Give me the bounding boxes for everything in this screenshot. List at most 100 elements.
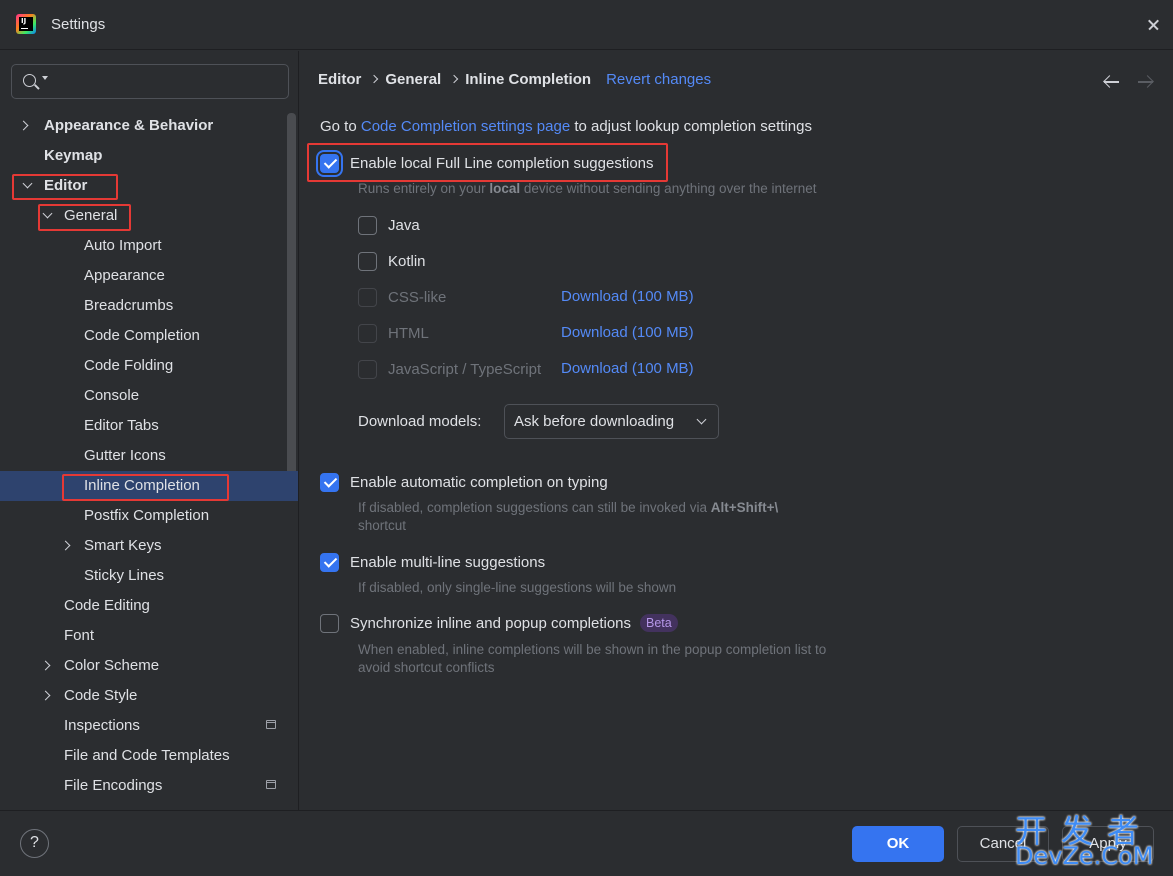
apply-button[interactable]: Apply — [1062, 826, 1154, 862]
auto-completion-hint: If disabled, completion suggestions can … — [358, 499, 778, 535]
settings-search-box[interactable] — [11, 64, 289, 99]
multi-line-label: Enable multi-line suggestions — [350, 553, 546, 571]
tree-item-code-editing[interactable]: Code Editing — [0, 591, 298, 621]
hint-bold: local — [489, 181, 521, 196]
tree-item-label: Editor — [44, 177, 88, 194]
sync-popup-checkbox[interactable] — [320, 613, 339, 633]
search-icon — [23, 74, 36, 87]
sync-popup-option[interactable]: Synchronize inline and popup completions… — [320, 612, 678, 634]
tree-item-file-code-templates[interactable]: File and Code Templates — [0, 741, 298, 771]
tree-item-editor[interactable]: Editor — [0, 171, 298, 201]
language-option-kotlin[interactable]: Kotlin — [358, 250, 426, 272]
css-checkbox — [358, 287, 377, 307]
auto-completion-option[interactable]: Enable automatic completion on typing — [320, 471, 608, 493]
tree-item-gutter-icons[interactable]: Gutter Icons — [0, 441, 298, 471]
chevron-down-icon[interactable] — [42, 208, 53, 219]
tree-item-code-completion[interactable]: Code Completion — [0, 321, 298, 351]
tree-item-auto-import[interactable]: Auto Import — [0, 231, 298, 261]
full-line-checkbox[interactable] — [320, 153, 339, 173]
tree-item-code-style[interactable]: Code Style — [0, 681, 298, 711]
tree-item-general[interactable]: General — [0, 201, 298, 231]
breadcrumb-item-editor[interactable]: Editor — [318, 71, 361, 88]
language-option-java[interactable]: Java — [358, 214, 420, 236]
multi-line-option[interactable]: Enable multi-line suggestions — [320, 551, 545, 573]
arrow-forward-icon[interactable] — [1137, 73, 1155, 91]
tree-item-label: Inspections — [64, 717, 140, 734]
hint-prefix: Runs entirely on your — [358, 181, 490, 196]
tree-item-label: Code Completion — [84, 327, 200, 344]
chevron-right-icon[interactable] — [40, 660, 51, 671]
tree-item-sticky-lines[interactable]: Sticky Lines — [0, 561, 298, 591]
hint-line-2: shortcut — [358, 518, 407, 533]
close-icon[interactable] — [1141, 12, 1167, 38]
kotlin-checkbox[interactable] — [358, 251, 377, 271]
search-options-caret-icon[interactable] — [42, 76, 48, 80]
tree-item-code-folding[interactable]: Code Folding — [0, 351, 298, 381]
javascript-label: JavaScript / TypeScript — [388, 360, 542, 378]
ok-button[interactable]: OK — [852, 826, 944, 862]
tree-item-breadcrumbs[interactable]: Breadcrumbs — [0, 291, 298, 321]
tree-item-inspections[interactable]: Inspections — [0, 711, 298, 741]
tree-item-label: Code Folding — [84, 357, 174, 374]
tree-item-appearance[interactable]: Appearance — [0, 261, 298, 291]
arrow-back-icon[interactable] — [1103, 73, 1121, 91]
chevron-right-icon[interactable] — [40, 690, 51, 701]
search-input[interactable] — [52, 71, 272, 93]
chevron-right-icon — [370, 74, 379, 84]
language-option-css: CSS-like — [358, 286, 446, 308]
download-models-dropdown[interactable]: Ask before downloading — [504, 404, 719, 439]
intro-suffix: to adjust lookup completion settings — [570, 118, 812, 135]
language-option-javascript: JavaScript / TypeScript — [358, 358, 541, 380]
html-checkbox — [358, 323, 377, 343]
hint-line-2: avoid shortcut conflicts — [358, 660, 495, 675]
multi-line-checkbox[interactable] — [320, 552, 339, 572]
tree-item-console[interactable]: Console — [0, 381, 298, 411]
multi-line-hint: If disabled, only single-line suggestion… — [358, 580, 677, 595]
full-line-label: Enable local Full Line completion sugges… — [350, 154, 654, 172]
code-completion-settings-link[interactable]: Code Completion settings page — [361, 118, 570, 135]
tree-item-appearance-behavior[interactable]: Appearance & Behavior — [0, 111, 298, 141]
tree-item-font[interactable]: Font — [0, 621, 298, 651]
chevron-down-icon[interactable] — [22, 178, 33, 189]
tree-item-color-scheme[interactable]: Color Scheme — [0, 651, 298, 681]
chevron-right-icon[interactable] — [60, 540, 71, 551]
window-title: Settings — [51, 16, 106, 33]
tree-item-label: Auto Import — [84, 237, 162, 254]
html-download-link[interactable]: Download (100 MB) — [561, 324, 694, 341]
tree-item-editor-tabs[interactable]: Editor Tabs — [0, 411, 298, 441]
javascript-checkbox — [358, 359, 377, 379]
hint-suffix: device without sending anything over the… — [520, 181, 817, 196]
tree-item-label: Color Scheme — [64, 657, 160, 674]
tree-item-label: File and Code Templates — [64, 747, 230, 764]
settings-content: Editor General Inline Completion Revert … — [300, 51, 1173, 810]
tree-item-postfix-completion[interactable]: Postfix Completion — [0, 501, 298, 531]
full-line-option[interactable]: Enable local Full Line completion sugges… — [320, 152, 654, 174]
tree-item-label: Editor Tabs — [84, 417, 159, 434]
auto-completion-checkbox[interactable] — [320, 472, 339, 492]
tree-item-keymap[interactable]: Keymap — [0, 141, 298, 171]
tree-item-file-encodings[interactable]: File Encodings — [0, 771, 298, 801]
javascript-download-link[interactable]: Download (100 MB) — [561, 360, 694, 377]
breadcrumb-item-inline-completion: Inline Completion — [465, 70, 592, 88]
intro-text: Go to Code Completion settings page to a… — [320, 118, 812, 135]
tree-item-label: Code Editing — [64, 597, 150, 614]
project-settings-icon — [266, 780, 276, 789]
auto-completion-label: Enable automatic completion on typing — [350, 473, 608, 491]
tree-item-label: Gutter Icons — [84, 447, 166, 464]
chevron-right-icon[interactable] — [18, 120, 29, 131]
tree-item-label: Keymap — [44, 147, 103, 164]
settings-sidebar: Appearance & Behavior Keymap Editor Gene… — [0, 51, 299, 810]
breadcrumb-item-general[interactable]: General — [385, 71, 441, 88]
kotlin-label: Kotlin — [388, 252, 426, 270]
tree-item-label: Inline Completion — [84, 477, 200, 494]
cancel-button[interactable]: Cancel — [957, 826, 1049, 862]
hint-line-1: When enabled, inline completions will be… — [358, 642, 827, 657]
java-checkbox[interactable] — [358, 215, 377, 235]
tree-item-smart-keys[interactable]: Smart Keys — [0, 531, 298, 561]
help-button[interactable]: ? — [20, 829, 49, 858]
tree-item-inline-completion[interactable]: Inline Completion — [0, 471, 298, 501]
tree-item-label: Smart Keys — [84, 537, 162, 554]
css-download-link[interactable]: Download (100 MB) — [561, 288, 694, 305]
download-models-value: Ask before downloading — [514, 413, 675, 430]
revert-changes-link[interactable]: Revert changes — [606, 71, 711, 88]
